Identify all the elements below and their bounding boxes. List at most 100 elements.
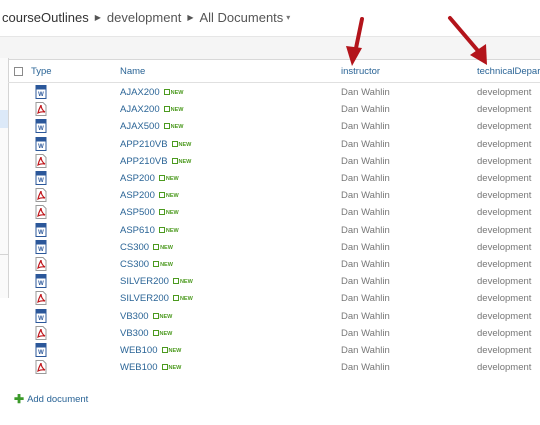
- pdf-file-icon[interactable]: [35, 188, 47, 205]
- add-document-link[interactable]: ✚ Add document: [14, 392, 88, 406]
- svg-text:W: W: [38, 316, 44, 322]
- table-row[interactable]: W SILVER200 NEW Dan Wahlin development: [8, 273, 540, 291]
- technical-department-cell: development: [477, 224, 532, 236]
- table-row[interactable]: W ASP200 NEW Dan Wahlin development: [8, 170, 540, 188]
- pdf-file-icon[interactable]: [35, 153, 47, 171]
- document-name-link[interactable]: ASP500 NEW: [120, 207, 179, 218]
- instructor-cell: Dan Wahlin: [341, 241, 390, 253]
- document-name-link[interactable]: APP210VB NEW: [120, 139, 191, 150]
- quick-launch-divider: [0, 254, 8, 255]
- technical-department-cell: development: [477, 362, 532, 374]
- document-name-link[interactable]: AJAX200 NEW: [120, 87, 183, 98]
- technical-department-cell: development: [477, 259, 532, 270]
- word-document-icon[interactable]: W: [35, 222, 47, 240]
- pdf-file-icon[interactable]: [35, 257, 47, 274]
- instructor-cell: Dan Wahlin: [341, 173, 390, 184]
- svg-text:W: W: [38, 247, 44, 253]
- table-row[interactable]: APP210VB NEW Dan Wahlin development: [8, 153, 540, 171]
- breadcrumb-separator-icon: ▶: [94, 12, 101, 22]
- word-document-icon[interactable]: W: [35, 119, 47, 136]
- document-name-link[interactable]: AJAX500 NEW: [120, 121, 183, 132]
- view-selector[interactable]: All Documents: [199, 10, 283, 25]
- instructor-cell: Dan Wahlin: [341, 310, 390, 322]
- pdf-file-icon[interactable]: [35, 205, 47, 222]
- pdf-file-icon[interactable]: [35, 291, 47, 308]
- svg-text:W: W: [38, 126, 44, 132]
- document-name-link[interactable]: ASP200 NEW: [120, 173, 179, 184]
- word-document-icon[interactable]: W: [35, 239, 47, 257]
- document-name-link[interactable]: VB300 NEW: [120, 328, 172, 339]
- column-header-name[interactable]: Name: [120, 66, 145, 77]
- word-document-icon[interactable]: W: [35, 136, 47, 154]
- table-row[interactable]: W CS300 NEW Dan Wahlin development: [8, 239, 540, 257]
- document-name-link[interactable]: WEB100 NEW: [120, 362, 181, 373]
- instructor-cell: Dan Wahlin: [341, 362, 390, 374]
- technical-department-cell: development: [477, 310, 532, 322]
- new-badge: NEW: [153, 261, 173, 268]
- table-row[interactable]: ASP200 NEW Dan Wahlin development: [8, 187, 540, 205]
- column-header-type[interactable]: Type: [31, 66, 52, 77]
- document-name-link[interactable]: APP210VB NEW: [120, 156, 191, 167]
- table-row[interactable]: W AJAX500 NEW Dan Wahlin development: [8, 118, 540, 136]
- document-name-link[interactable]: VB300 NEW: [120, 311, 172, 322]
- instructor-cell: Dan Wahlin: [341, 259, 390, 270]
- word-document-icon[interactable]: W: [35, 274, 47, 291]
- document-name-link[interactable]: SILVER200 NEW: [120, 293, 193, 304]
- pdf-file-icon[interactable]: [35, 360, 47, 377]
- word-document-icon[interactable]: W: [35, 343, 47, 360]
- breadcrumb-item-development[interactable]: development: [107, 10, 181, 25]
- new-badge: NEW: [161, 347, 181, 354]
- new-badge: NEW: [161, 364, 181, 371]
- word-document-icon[interactable]: W: [35, 85, 47, 102]
- chevron-down-icon[interactable]: ▾: [286, 13, 290, 22]
- svg-text:W: W: [38, 144, 44, 150]
- instructor-cell: Dan Wahlin: [341, 276, 390, 288]
- instructor-cell: Dan Wahlin: [341, 207, 390, 219]
- document-name-link[interactable]: AJAX200 NEW: [120, 104, 183, 115]
- breadcrumb: courseOutlines ▶ development ▶ All Docum…: [0, 0, 540, 34]
- word-document-icon[interactable]: W: [35, 308, 47, 326]
- table-row[interactable]: W AJAX200 NEW Dan Wahlin development: [8, 84, 540, 102]
- technical-department-cell: development: [477, 276, 532, 288]
- column-header-instructor[interactable]: instructor: [341, 66, 380, 77]
- column-header-technical-department[interactable]: technicalDepar: [477, 66, 540, 77]
- document-name-link[interactable]: ASP610 NEW: [120, 225, 179, 236]
- table-row[interactable]: W VB300 NEW Dan Wahlin development: [8, 308, 540, 326]
- instructor-cell: Dan Wahlin: [341, 190, 390, 202]
- pdf-file-icon[interactable]: [35, 325, 47, 343]
- new-badge: NEW: [153, 243, 173, 251]
- new-badge: NEW: [152, 329, 172, 337]
- instructor-cell: Dan Wahlin: [341, 327, 390, 339]
- document-name-link[interactable]: ASP200 NEW: [120, 190, 179, 201]
- instructor-cell: Dan Wahlin: [341, 224, 390, 236]
- pdf-file-icon[interactable]: [35, 102, 47, 119]
- new-badge: NEW: [163, 123, 183, 130]
- table-row[interactable]: WEB100 NEW Dan Wahlin development: [8, 359, 540, 377]
- table-row[interactable]: W WEB100 NEW Dan Wahlin development: [8, 342, 540, 360]
- technical-department-cell: development: [477, 121, 532, 133]
- new-badge: NEW: [172, 295, 193, 302]
- plus-icon: ✚: [14, 392, 25, 406]
- instructor-cell: Dan Wahlin: [341, 104, 390, 116]
- new-badge: NEW: [171, 140, 191, 148]
- table-row[interactable]: SILVER200 NEW Dan Wahlin development: [8, 290, 540, 308]
- new-badge: NEW: [158, 226, 179, 234]
- table-row[interactable]: ASP500 NEW Dan Wahlin development: [8, 204, 540, 222]
- breadcrumb-item-courseoutlines[interactable]: courseOutlines: [2, 10, 89, 25]
- new-badge: NEW: [158, 209, 179, 216]
- document-name-link[interactable]: WEB100 NEW: [120, 345, 181, 356]
- select-all-checkbox[interactable]: [14, 67, 23, 76]
- document-name-link[interactable]: SILVER200 NEW: [120, 276, 193, 287]
- document-name-link[interactable]: CS300 NEW: [120, 242, 173, 253]
- table-row[interactable]: CS300 NEW Dan Wahlin development: [8, 256, 540, 274]
- technical-department-cell: development: [477, 104, 532, 116]
- document-name-link[interactable]: CS300 NEW: [120, 259, 173, 270]
- technical-department-cell: development: [477, 293, 532, 305]
- table-row[interactable]: AJAX200 NEW Dan Wahlin development: [8, 101, 540, 119]
- table-row[interactable]: W ASP610 NEW Dan Wahlin development: [8, 222, 540, 240]
- quick-launch-selected-item[interactable]: [0, 110, 8, 128]
- word-document-icon[interactable]: W: [35, 171, 47, 188]
- table-row[interactable]: W APP210VB NEW Dan Wahlin development: [8, 136, 540, 154]
- table-row[interactable]: VB300 NEW Dan Wahlin development: [8, 325, 540, 343]
- new-badge: NEW: [152, 312, 172, 320]
